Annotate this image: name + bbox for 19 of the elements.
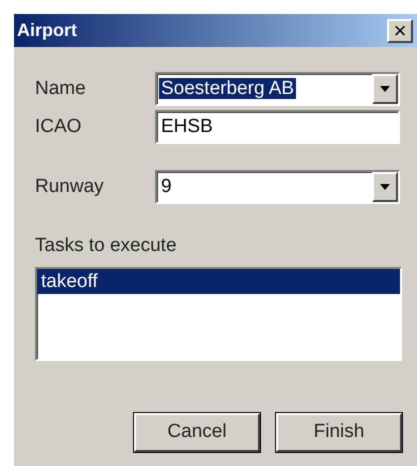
field-label: Name	[35, 76, 87, 101]
window-title: Airport	[17, 19, 77, 42]
list-item[interactable]: takeoff	[37, 268, 400, 294]
dropdown-field[interactable]: 9	[155, 170, 400, 204]
field-value: 9	[160, 176, 173, 197]
field-value: EHSB	[160, 114, 214, 139]
field-label: Runway	[35, 174, 105, 199]
field-label: ICAO	[35, 114, 82, 139]
field-value: Soesterberg AB	[159, 78, 296, 99]
dropdown-button[interactable]	[372, 172, 398, 202]
dropdown-field[interactable]: Soesterberg AB	[155, 72, 400, 106]
close-button[interactable]: ×	[387, 18, 413, 42]
dropdown-button[interactable]	[372, 74, 398, 104]
list-label: Tasks to execute	[35, 234, 178, 258]
caret-icon	[380, 184, 390, 190]
dialog-button[interactable]: Cancel	[134, 412, 260, 452]
input-field[interactable]: EHSB	[155, 110, 400, 144]
dialog-button[interactable]: Finish	[276, 412, 402, 452]
caret-icon	[380, 86, 390, 92]
